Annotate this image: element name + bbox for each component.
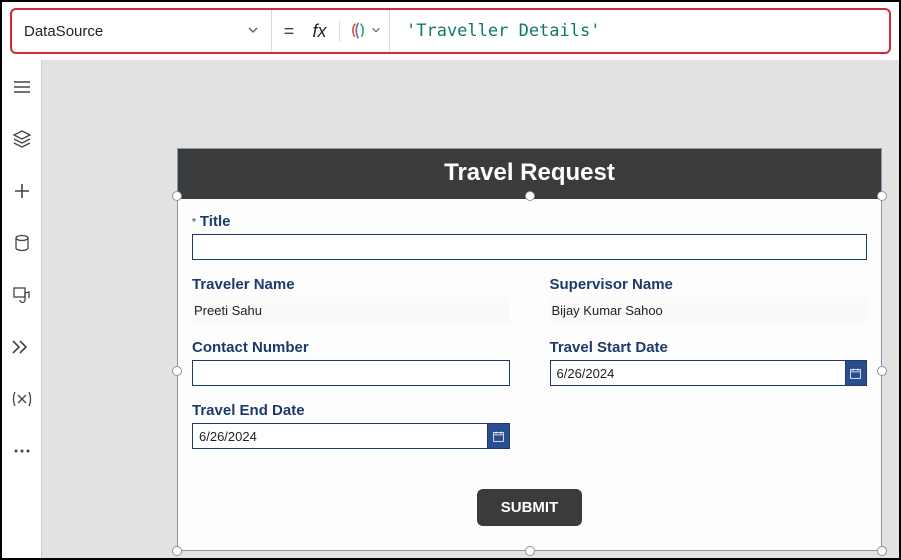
contact-number-input[interactable] — [192, 360, 510, 386]
field-label-supervisor: Supervisor Name — [550, 276, 868, 293]
field-supervisor-name: Supervisor Name — [550, 268, 868, 323]
calendar-icon — [492, 430, 505, 443]
form-body: *Title Traveler Name Supervisor Name — [178, 199, 881, 550]
selection-handle[interactable] — [525, 546, 535, 556]
traveler-name-input[interactable] — [192, 297, 510, 323]
required-icon: * — [192, 217, 196, 228]
field-label-enddate: Travel End Date — [192, 402, 510, 419]
data-icon[interactable] — [11, 232, 33, 254]
canvas[interactable]: Travel Request *Title Traveler Name Supe… — [42, 60, 899, 558]
workspace: Travel Request *Title Traveler Name Supe… — [2, 60, 899, 558]
layers-icon[interactable] — [11, 128, 33, 150]
field-label-title: *Title — [192, 213, 867, 230]
field-travel-start: Travel Start Date — [550, 331, 868, 386]
field-spacer — [550, 394, 868, 449]
selection-handle[interactable] — [172, 366, 182, 376]
end-date-picker-button[interactable] — [487, 423, 509, 449]
property-dropdown[interactable]: DataSource — [12, 10, 272, 52]
start-date-picker-button[interactable] — [845, 360, 867, 386]
field-title: *Title — [192, 213, 867, 260]
selection-handle[interactable] — [877, 546, 887, 556]
end-date-input[interactable] — [192, 423, 487, 449]
copilot-icon — [349, 22, 367, 40]
submit-button[interactable]: SUBMIT — [477, 489, 583, 526]
formula-bar: DataSource = fx 'Traveller Details' — [10, 8, 891, 54]
flow-icon[interactable] — [11, 336, 33, 358]
plus-icon[interactable] — [11, 180, 33, 202]
field-label-contact: Contact Number — [192, 339, 510, 356]
field-contact-number: Contact Number — [192, 331, 510, 386]
selection-handle[interactable] — [877, 366, 887, 376]
chevron-down-icon — [371, 24, 381, 38]
chevron-down-icon — [247, 24, 259, 39]
start-date-input[interactable] — [550, 360, 845, 386]
calendar-icon — [849, 367, 862, 380]
field-travel-end: Travel End Date — [192, 394, 510, 449]
hamburger-icon[interactable] — [11, 76, 33, 98]
formula-input[interactable]: 'Traveller Details' — [390, 21, 889, 41]
field-traveler-name: Traveler Name — [192, 268, 510, 323]
supervisor-name-input[interactable] — [550, 297, 868, 323]
equals-symbol: = — [272, 21, 306, 42]
selection-handle[interactable] — [172, 546, 182, 556]
media-icon[interactable] — [11, 284, 33, 306]
left-rail — [2, 60, 42, 558]
field-label-startdate: Travel Start Date — [550, 339, 868, 356]
variable-icon[interactable] — [11, 388, 33, 410]
property-dropdown-label: DataSource — [24, 23, 103, 40]
title-input[interactable] — [192, 234, 867, 260]
selection-handle[interactable] — [525, 191, 535, 201]
fx-symbol: fx — [306, 21, 340, 42]
field-label-traveler: Traveler Name — [192, 276, 510, 293]
form-control[interactable]: Travel Request *Title Traveler Name Supe… — [177, 148, 882, 551]
selection-handle[interactable] — [172, 191, 182, 201]
copilot-dropdown[interactable] — [340, 10, 390, 52]
more-icon[interactable] — [11, 440, 33, 462]
selection-handle[interactable] — [877, 191, 887, 201]
